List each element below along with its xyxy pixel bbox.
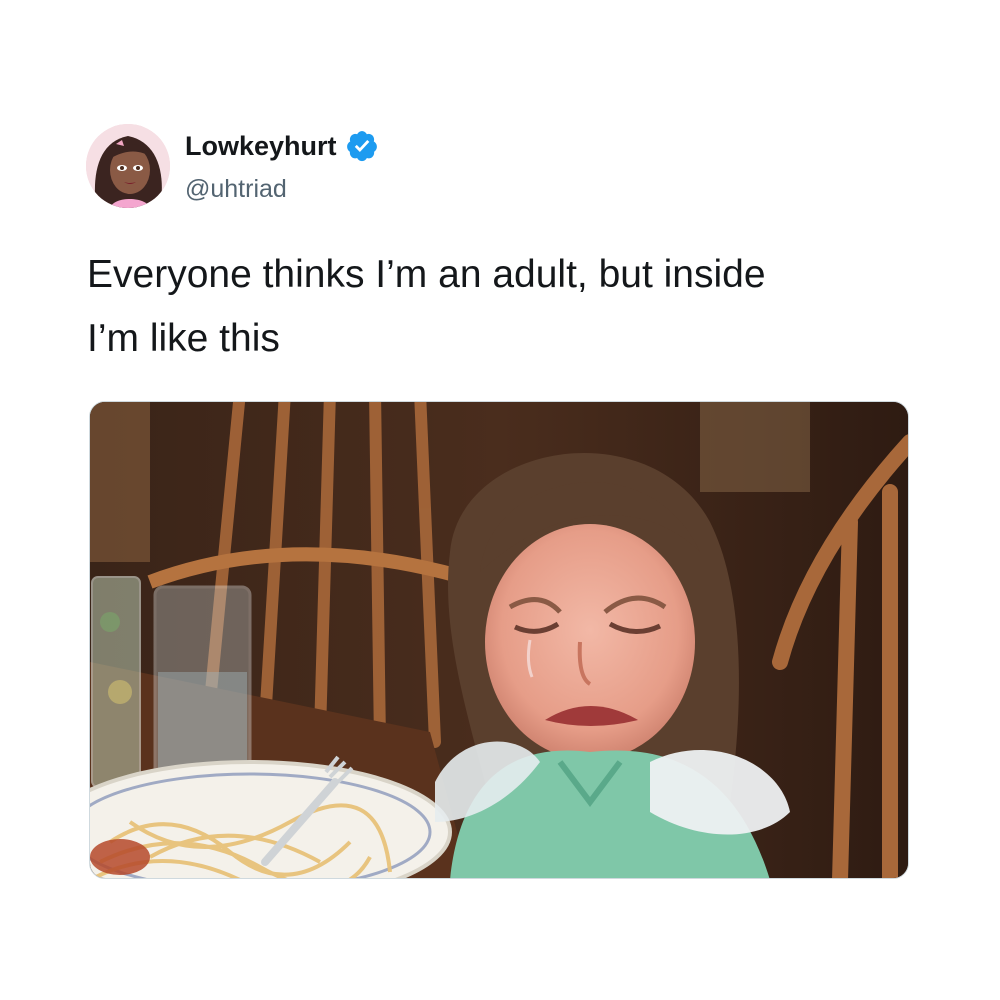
avatar-icon bbox=[86, 124, 170, 208]
user-handle[interactable]: @uhtriad bbox=[185, 172, 287, 206]
tweet-text-line: Everyone thinks I’m an adult, but inside bbox=[87, 253, 766, 296]
verified-badge-icon bbox=[345, 129, 379, 163]
tweet-media-photo[interactable] bbox=[89, 401, 909, 879]
display-name[interactable]: Lowkeyhurt bbox=[185, 128, 337, 164]
tweet-card: Lowkeyhurt @uhtriad Everyone thinks I’m … bbox=[0, 0, 1000, 1000]
avatar[interactable] bbox=[86, 124, 170, 208]
photo-crying-girl-icon bbox=[90, 402, 908, 878]
tweet-text-line: I’m like this bbox=[87, 317, 280, 360]
tweet-text: Everyone thinks I’m an adult, but inside… bbox=[87, 243, 927, 371]
display-name-row: Lowkeyhurt bbox=[185, 128, 379, 164]
